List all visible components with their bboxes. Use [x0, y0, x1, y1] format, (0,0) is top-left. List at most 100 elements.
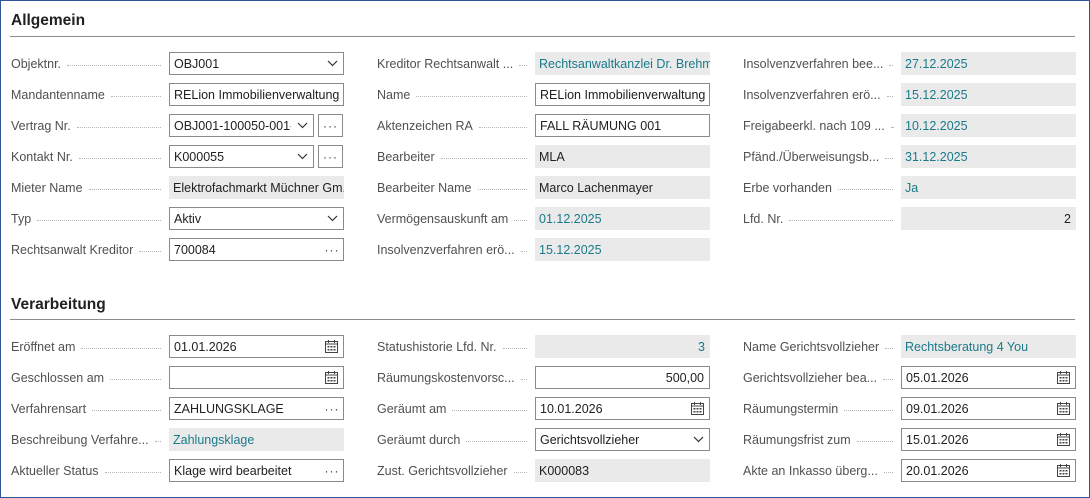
field-label: Pfänd./Überweisungsb...	[743, 145, 901, 168]
calendar-icon[interactable]	[1051, 367, 1075, 388]
vertrag-nr-assist-button[interactable]: ···	[318, 114, 343, 137]
bearbeiter-value: MLA	[535, 145, 710, 168]
field-freigabeerkl: Freigabeerkl. nach 109 ... 10.12.2025	[743, 114, 1076, 137]
field-mandantenname: Mandantenname RELion Immobilienverwaltun…	[11, 83, 344, 106]
eroeffnet-am-date-input[interactable]: 01.01.2026	[169, 335, 344, 358]
kreditor-rechtsanwalt-link[interactable]: Rechtsanwaltkanzlei Dr. Brehm...	[535, 52, 710, 75]
raeumungsfrist-date-input[interactable]: 15.01.2026	[901, 428, 1076, 451]
field-label: Aktueller Status	[11, 459, 169, 482]
chevron-down-icon[interactable]	[687, 429, 709, 450]
chevron-down-icon[interactable]	[321, 208, 343, 229]
section-title-allgemein[interactable]: Allgemein	[11, 12, 85, 30]
raeumungskostenvorschuss-input[interactable]: 500,00	[535, 366, 710, 389]
gerichtsvollzieher-beauftragt-date-input[interactable]: 05.01.2026	[901, 366, 1076, 389]
section-title-verarbeitung[interactable]: Verarbeitung	[11, 296, 106, 314]
field-insolvenzverfahren-beendet: Insolvenzverfahren bee... 27.12.2025	[743, 52, 1076, 75]
field-vermoegensauskunft: Vermögensauskunft am 01.12.2025	[377, 207, 710, 230]
field-label: Freigabeerkl. nach 109 ...	[743, 114, 901, 137]
geraeumt-am-date-input[interactable]: 10.01.2026	[535, 397, 710, 420]
field-aktenzeichen-ra: Aktenzeichen RA FALL RÄUMUNG 001	[377, 114, 710, 137]
field-label: Mandantenname	[11, 83, 169, 106]
ellipsis-icon[interactable]: ···	[321, 239, 343, 260]
field-label: Vertrag Nr.	[11, 114, 169, 137]
field-verfahrensart: Verfahrensart ZAHLUNGSKLAGE ···	[11, 397, 344, 420]
statushistorie-value[interactable]: 3	[535, 335, 710, 358]
field-label: Bearbeiter Name	[377, 176, 535, 199]
field-akte-an-inkasso: Akte an Inkasso überg... 20.01.2026	[743, 459, 1076, 482]
field-geraeumt-am: Geräumt am 10.01.2026	[377, 397, 710, 420]
chevron-down-icon[interactable]	[321, 53, 343, 74]
akte-an-inkasso-date-input[interactable]: 20.01.2026	[901, 459, 1076, 482]
raeumungstermin-date-input[interactable]: 09.01.2026	[901, 397, 1076, 420]
field-label: Rechtsanwalt Kreditor	[11, 238, 169, 261]
aktenzeichen-ra-input[interactable]: FALL RÄUMUNG 001	[535, 114, 710, 137]
field-erbe-vorhanden: Erbe vorhanden Ja	[743, 176, 1076, 199]
typ-dropdown[interactable]: Aktiv	[169, 207, 344, 230]
field-mieter-name: Mieter Name Elektrofachmarkt Müchner Gm.…	[11, 176, 344, 199]
zust-gerichtsvollzieher-value: K000083	[535, 459, 710, 482]
geraeumt-durch-dropdown[interactable]: Gerichtsvollzieher	[535, 428, 710, 451]
beschreibung-verfahren-value: Zahlungsklage	[169, 428, 344, 451]
field-bearbeiter: Bearbeiter MLA	[377, 145, 710, 168]
aktueller-status-input[interactable]: Klage wird bearbeitet ···	[169, 459, 344, 482]
calendar-icon[interactable]	[319, 336, 343, 357]
name-input[interactable]: RELion Immobilienverwaltung Gr	[535, 83, 710, 106]
field-label: Statushistorie Lfd. Nr.	[377, 335, 535, 358]
section-divider	[10, 319, 1075, 320]
field-geraeumt-durch: Geräumt durch Gerichtsvollzieher	[377, 428, 710, 451]
field-label: Lfd. Nr.	[743, 207, 901, 230]
field-name: Name RELion Immobilienverwaltung Gr	[377, 83, 710, 106]
geschlossen-am-date-input[interactable]	[169, 366, 344, 389]
field-label: Insolvenzverfahren erö...	[377, 238, 535, 261]
objektnr-dropdown[interactable]: OBJ001	[169, 52, 344, 75]
field-label: Mieter Name	[11, 176, 169, 199]
verfahrensart-input[interactable]: ZAHLUNGSKLAGE ···	[169, 397, 344, 420]
ellipsis-icon[interactable]: ···	[321, 460, 343, 481]
vertrag-nr-dropdown[interactable]: OBJ001-100050-001-9	[169, 114, 314, 137]
field-label: Akte an Inkasso überg...	[743, 459, 901, 482]
field-label: Kreditor Rechtsanwalt ...	[377, 52, 535, 75]
field-aktueller-status: Aktueller Status Klage wird bearbeitet ·…	[11, 459, 344, 482]
field-label: Eröffnet am	[11, 335, 169, 358]
chevron-down-icon[interactable]	[291, 146, 313, 167]
field-rechtsanwalt-kreditor: Rechtsanwalt Kreditor 700084 ···	[11, 238, 344, 261]
field-label: Räumungstermin	[743, 397, 901, 420]
field-label: Erbe vorhanden	[743, 176, 901, 199]
field-lfd-nr: Lfd. Nr. 2	[743, 207, 1076, 230]
section-divider	[10, 36, 1075, 37]
field-insolvenzverfahren-eroeffnet-2: Insolvenzverfahren erö... 15.12.2025	[743, 83, 1076, 106]
kontakt-nr-assist-button[interactable]: ···	[318, 145, 343, 168]
field-label: Vermögensauskunft am	[377, 207, 535, 230]
calendar-icon[interactable]	[1051, 398, 1075, 419]
calendar-icon[interactable]	[319, 367, 343, 388]
field-geschlossen-am: Geschlossen am	[11, 366, 344, 389]
field-label: Zust. Gerichtsvollzieher	[377, 459, 535, 482]
field-label: Kontakt Nr.	[11, 145, 169, 168]
field-label: Name	[377, 83, 535, 106]
field-label: Räumungskostenvorsc...	[377, 366, 535, 389]
ellipsis-icon[interactable]: ···	[321, 398, 343, 419]
field-label: Geräumt durch	[377, 428, 535, 451]
chevron-down-icon[interactable]	[291, 115, 313, 136]
field-insolvenzverfahren-eroeffnet: Insolvenzverfahren erö... 15.12.2025	[377, 238, 710, 261]
field-gerichtsvollzieher-beauftragt: Gerichtsvollzieher bea... 05.01.2026	[743, 366, 1076, 389]
field-kontakt-nr: Kontakt Nr. K000055	[11, 145, 314, 168]
calendar-icon[interactable]	[685, 398, 709, 419]
field-kreditor-rechtsanwalt: Kreditor Rechtsanwalt ... Rechtsanwaltka…	[377, 52, 710, 75]
field-bearbeiter-name: Bearbeiter Name Marco Lachenmayer	[377, 176, 710, 199]
calendar-icon[interactable]	[1051, 429, 1075, 450]
mieter-name-value: Elektrofachmarkt Müchner Gm...	[169, 176, 344, 199]
kontakt-nr-dropdown[interactable]: K000055	[169, 145, 314, 168]
field-beschreibung-verfahren: Beschreibung Verfahre... Zahlungsklage	[11, 428, 344, 451]
field-label: Gerichtsvollzieher bea...	[743, 366, 901, 389]
field-pfaendung: Pfänd./Überweisungsb... 31.12.2025	[743, 145, 1076, 168]
field-eroeffnet-am: Eröffnet am 01.01.2026	[11, 335, 344, 358]
mandantenname-input[interactable]: RELion Immobilienverwaltung Gr	[169, 83, 344, 106]
bearbeiter-name-value: Marco Lachenmayer	[535, 176, 710, 199]
rechtsanwalt-kreditor-input[interactable]: 700084 ···	[169, 238, 344, 261]
insolvenzverfahren-eroeffnet-2-value: 15.12.2025	[901, 83, 1076, 106]
field-raeumungstermin: Räumungstermin 09.01.2026	[743, 397, 1076, 420]
calendar-icon[interactable]	[1051, 460, 1075, 481]
field-label: Name Gerichtsvollzieher	[743, 335, 901, 358]
freigabeerkl-value: 10.12.2025	[901, 114, 1076, 137]
